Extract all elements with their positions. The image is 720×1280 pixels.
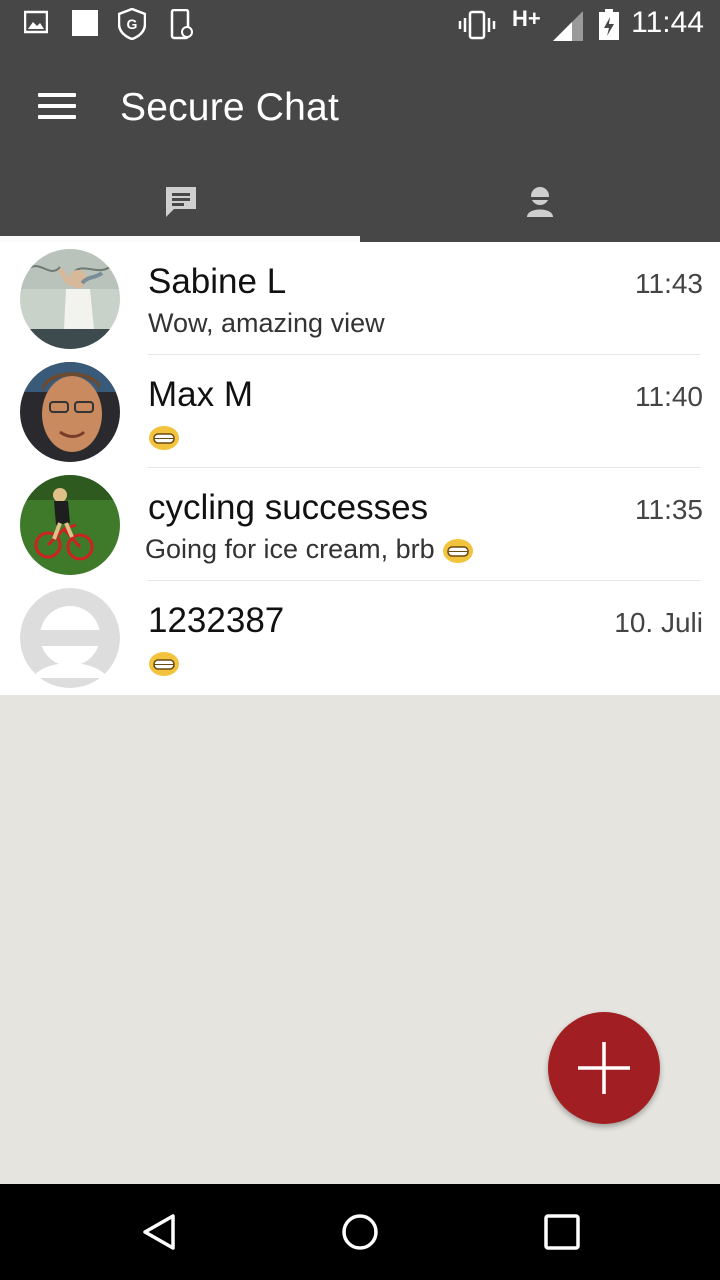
chat-time: 11:40 [635, 381, 703, 412]
chat-row-cycling[interactable]: cycling successes 11:35 Going for ice cr… [0, 468, 720, 581]
grin-emoji-icon [149, 651, 179, 676]
back-icon[interactable] [140, 1212, 180, 1252]
home-icon[interactable] [340, 1212, 380, 1252]
chat-time: 11:35 [635, 494, 703, 525]
status-bar: G H+ 11:44 [0, 0, 720, 50]
new-chat-button[interactable] [548, 1012, 660, 1124]
chat-name: Max M [148, 375, 253, 414]
grin-emoji-icon [149, 425, 179, 450]
plus-icon [578, 1042, 630, 1094]
chat-message-text: Going for ice cream, brb [145, 534, 435, 564]
chat-row-max[interactable]: Max M 11:40 [0, 355, 720, 468]
status-time: 11:44 [631, 6, 704, 39]
network-type: H+ [512, 6, 541, 31]
chat-message-emoji [148, 421, 180, 452]
recents-icon[interactable] [542, 1212, 582, 1252]
hamburger-icon-line [38, 104, 76, 108]
contact-icon [527, 187, 553, 217]
chat-time: 10. Juli [614, 607, 703, 638]
chat-time: 11:43 [635, 268, 703, 299]
app-bar: Secure Chat [0, 50, 720, 165]
phone-lock-icon [170, 9, 193, 40]
hamburger-icon [38, 93, 76, 97]
svg-text:G: G [127, 16, 138, 32]
image-icon [24, 10, 48, 34]
app-title: Secure Chat [120, 86, 339, 129]
chat-icon [166, 187, 196, 217]
chat-list: Sabine L 11:43 Wow, amazing view Max M 1… [0, 242, 720, 695]
tab-bar [0, 165, 720, 242]
nav-bar [0, 1184, 720, 1280]
chat-message: Wow, amazing view [148, 308, 385, 338]
hamburger-icon-line [38, 115, 76, 119]
chat-name: 1232387 [148, 601, 285, 640]
menu-button[interactable] [22, 72, 90, 140]
avatar [20, 249, 120, 349]
chat-row-1232387[interactable]: 1232387 10. Juli [0, 581, 720, 694]
avatar [20, 588, 120, 688]
default-avatar-icon [20, 588, 120, 688]
avatar [20, 475, 120, 575]
tab-chats[interactable] [0, 165, 360, 242]
tab-contacts[interactable] [360, 165, 720, 242]
vibrate-icon [458, 10, 496, 40]
signal-icon [553, 11, 583, 41]
chat-message: Going for ice cream, brb [145, 534, 474, 565]
chat-message-emoji [148, 647, 180, 678]
battery-icon [599, 9, 619, 40]
chat-row-sabine[interactable]: Sabine L 11:43 Wow, amazing view [0, 242, 720, 355]
square-icon [72, 10, 98, 36]
grin-emoji-icon [443, 538, 474, 563]
avatar [20, 362, 120, 462]
shield-g-icon: G [118, 8, 146, 40]
chat-name: cycling successes [148, 488, 429, 527]
chat-name: Sabine L [148, 262, 287, 301]
